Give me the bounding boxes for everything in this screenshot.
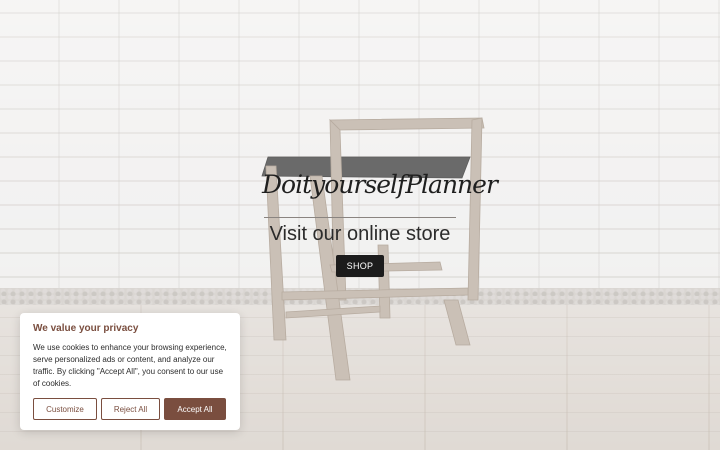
- cookie-banner-actions: Customize Reject All Accept All: [33, 398, 227, 420]
- reject-all-button[interactable]: Reject All: [101, 398, 160, 420]
- cookie-banner-title: We value your privacy: [33, 323, 139, 334]
- customize-button[interactable]: Customize: [33, 398, 97, 420]
- shop-button[interactable]: SHOP: [336, 255, 384, 277]
- hero-section: DoityourselfPlanner Visit our online sto…: [0, 0, 720, 450]
- site-logo-text[interactable]: DoityourselfPlanner: [262, 170, 498, 199]
- accept-all-button[interactable]: Accept All: [164, 398, 226, 420]
- cookie-consent-banner: We value your privacy We use cookies to …: [20, 313, 240, 430]
- hero-tagline: Visit our online store: [269, 223, 451, 245]
- logo-divider: [264, 217, 456, 218]
- cookie-banner-message: We use cookies to enhance your browsing …: [33, 343, 227, 388]
